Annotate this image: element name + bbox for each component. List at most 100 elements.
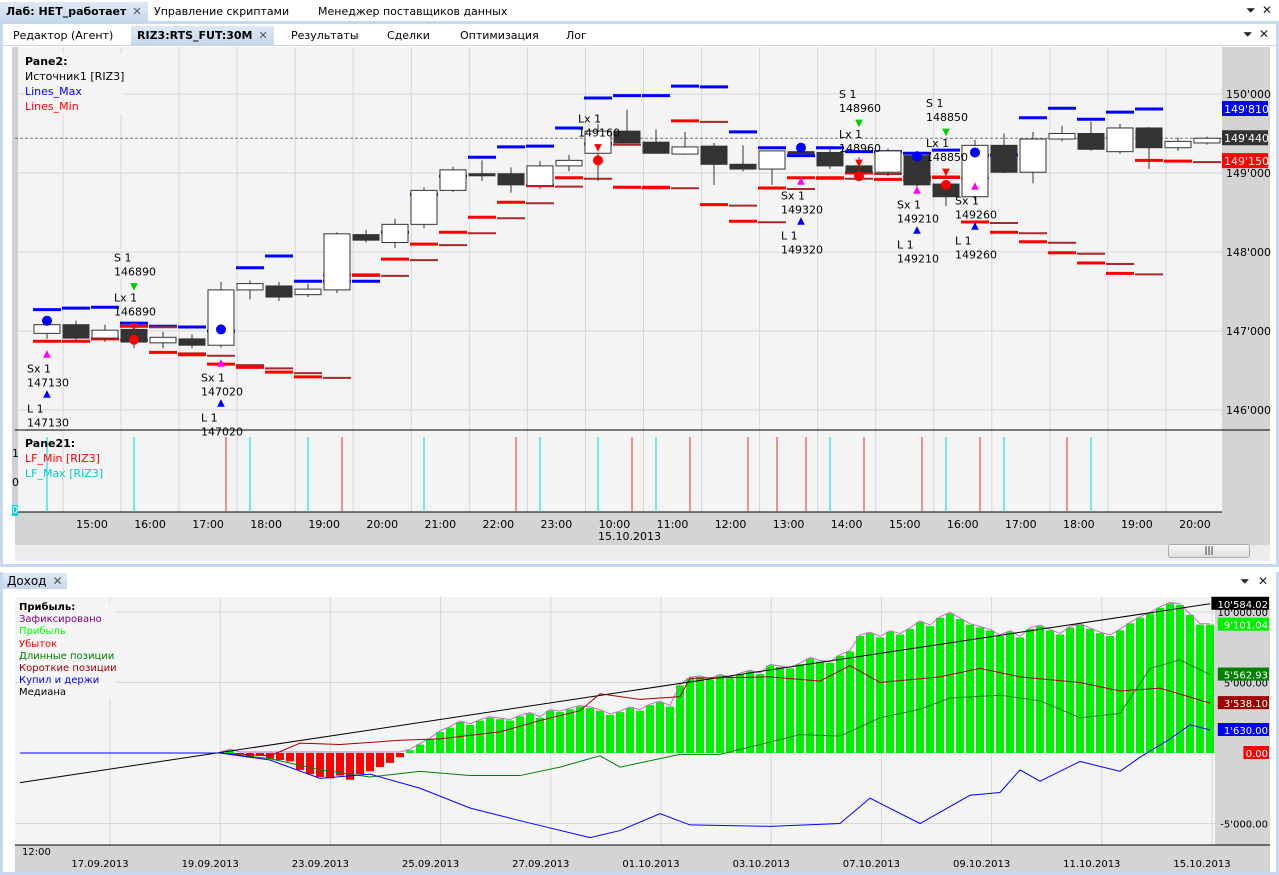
signal-label: L 1 (897, 238, 914, 251)
price-tick: 148'000 (1226, 246, 1271, 259)
signal-label: S 1 (839, 88, 856, 101)
time-tick: 16:00 (947, 518, 979, 531)
tab-label: Доход (7, 574, 47, 588)
price-tick: 150'000 (1226, 88, 1271, 101)
time-tick: 21:00 (424, 518, 456, 531)
trade-dot (216, 324, 226, 335)
signal-label: Sx 1 (897, 198, 921, 211)
signal-label: Sx 1 (27, 363, 51, 376)
scrollbar-track (15, 545, 1270, 561)
horizontal-scrollbar-thumb[interactable]: ||| (1168, 544, 1250, 558)
candle-down (729, 163, 757, 170)
buy-icon: ▲ (797, 216, 805, 227)
time-tick: 18:00 (250, 518, 282, 531)
time-tick: 19:00 (1121, 518, 1153, 531)
indicator-legend: Pane21: LF_Min [RIZ3] LF_Max [RIZ3] (25, 436, 103, 481)
legend-lines-max: Lines_Max (25, 85, 82, 98)
trade-dot (912, 151, 922, 162)
candle-up (33, 324, 61, 334)
price-tick: 146'000 (1226, 404, 1271, 417)
time-tick: 19:00 (308, 518, 340, 531)
signal-label: L 1 (201, 411, 218, 424)
candle-up (1048, 133, 1076, 140)
candle-up (526, 165, 554, 187)
indicator-tick: 0 (12, 476, 19, 489)
signal-price: 147130 (27, 417, 69, 430)
time-tick: 13:00 (773, 518, 805, 531)
time-tick: 17:00 (192, 518, 224, 531)
short-exit-icon: ▲ (913, 184, 921, 195)
legend-item: Купил и держи (19, 675, 100, 687)
long-exit-icon: ▼ (594, 142, 602, 153)
signal-price: 148850 (926, 111, 968, 124)
signal-label: L 1 (781, 230, 798, 243)
short-exit-icon: ▲ (217, 357, 225, 368)
legend-item: Зафиксировано (19, 614, 102, 626)
candle-down (62, 324, 90, 339)
buy-icon: ▲ (43, 389, 51, 400)
signal-label: Sx 1 (201, 371, 225, 384)
candle-down (990, 144, 1018, 173)
close-icon[interactable]: ✕ (52, 574, 62, 588)
signal-price: 146890 (114, 266, 156, 279)
price-axis (1222, 47, 1270, 512)
long-exit-icon: ▼ (130, 322, 138, 333)
legend-lf-min: LF_Min [RIZ3] (25, 452, 100, 465)
candle-down (352, 234, 380, 241)
candle-up (294, 288, 322, 296)
trade-dot (970, 147, 980, 158)
time-tick: 15:00 (76, 518, 108, 531)
close-icon[interactable]: ✕ (1258, 574, 1268, 588)
candle-up (236, 283, 264, 291)
candle-up (91, 329, 119, 339)
time-tick: 20:00 (366, 518, 398, 531)
candle-down (1135, 127, 1163, 149)
signal-price: 149260 (955, 248, 997, 261)
signal-label: L 1 (27, 403, 44, 416)
candle-up (671, 146, 699, 155)
time-tick: 17:00 (1005, 518, 1037, 531)
candle-up (1106, 127, 1134, 153)
legend-title: Прибыль: (19, 602, 76, 613)
candle-up (555, 159, 583, 167)
legend-lf-max: LF_Max [RIZ3] (25, 467, 104, 480)
signal-label: Lx 1 (926, 137, 949, 150)
signal-price: 149210 (897, 252, 939, 265)
tab-income[interactable]: Доход ✕ (3, 573, 67, 589)
trade-dot (941, 179, 951, 190)
trade-dot (796, 142, 806, 153)
signal-price: 149160 (578, 126, 620, 139)
legend-item: Медиана (19, 687, 66, 699)
candle-down (178, 338, 206, 346)
signal-label: S 1 (926, 97, 943, 110)
time-tick: 12:00 (715, 518, 747, 531)
long-exit-icon: ▼ (855, 158, 863, 169)
trade-dot (854, 171, 864, 182)
short-exit-icon: ▲ (43, 349, 51, 360)
time-tick: 18:00 (1063, 518, 1095, 531)
pane-title: Pane2: (25, 55, 68, 68)
candle-down (1077, 133, 1105, 150)
time-tick: 16:00 (134, 518, 166, 531)
signal-price: 148960 (839, 142, 881, 155)
time-tick: 22:00 (482, 518, 514, 531)
dropdown-icon[interactable]: ⏷ (1240, 574, 1250, 589)
candle-down (642, 141, 670, 154)
candle-up (1019, 138, 1047, 173)
candle-down (265, 285, 293, 298)
candle-up (439, 169, 467, 191)
buy-icon: ▲ (913, 224, 921, 235)
signal-label: Lx 1 (578, 112, 601, 125)
candle-up (410, 189, 438, 225)
legend-item: Убыток (19, 638, 58, 650)
signal-label: S 1 (114, 252, 131, 265)
signal-label: Sx 1 (781, 190, 805, 203)
pane-title: Pane21: (25, 437, 76, 450)
time-tick: 20:00 (1179, 518, 1211, 531)
candle-up (323, 233, 351, 291)
trade-dot (593, 155, 603, 166)
legend-item: Длинные позиции (19, 650, 115, 662)
candle-up (207, 289, 235, 346)
candle-up (1193, 137, 1221, 144)
signal-price: 146890 (114, 306, 156, 319)
